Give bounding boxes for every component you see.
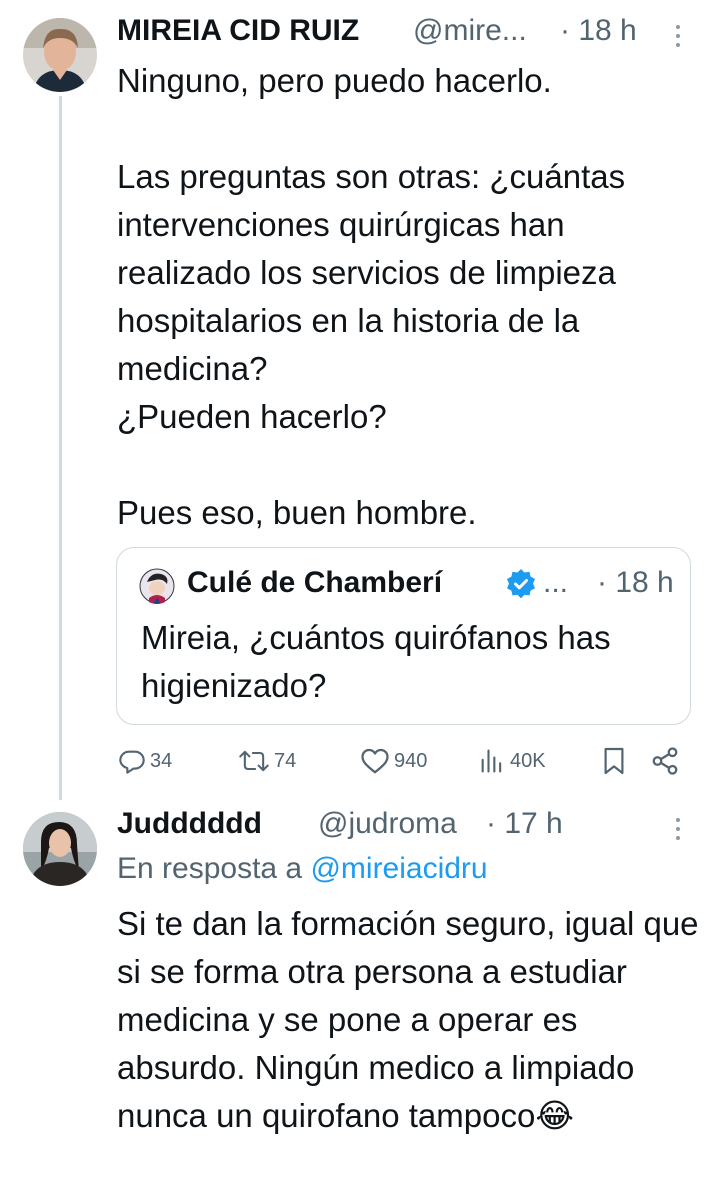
views-button[interactable]: 40K [478,744,546,778]
laughing-emoji: 😂 [535,1097,574,1134]
tweet-body: Si te dan la formación seguro, igual que… [117,900,702,1140]
reply-context: En resposta a @mireiacidru [117,852,488,886]
more-options-icon[interactable] [675,25,681,52]
reply-mention-link[interactable]: @mireiacidru [310,852,487,885]
retweet-icon [239,750,269,772]
reply-icon [119,750,145,774]
thread-connector-line [59,96,62,800]
more-options-icon[interactable] [675,818,681,845]
tweet-timestamp[interactable]: · 18 h [560,14,637,48]
author-handle[interactable]: @mire... [413,14,527,48]
share-icon [652,747,678,775]
quoted-timestamp: · 18 h [597,566,674,599]
author-name[interactable]: Judddddd [117,807,262,841]
author-handle[interactable]: @judroma [318,807,457,841]
reply-context-prefix: En resposta a [117,852,311,885]
quoted-tweet-body: Mireia, ¿cuántos quirófanos has higieniz… [141,619,611,704]
tweet-body: Ninguno, pero puedo hacerlo. Las pregunt… [117,62,626,531]
views-count: 40K [510,749,546,772]
tweet-body-text: Si te dan la formación seguro, igual que… [117,905,699,1134]
like-button[interactable]: 940 [360,744,427,778]
quoted-ellipsis: ... [543,566,569,599]
share-button[interactable] [650,744,680,778]
avatar-judddddd[interactable] [23,812,97,886]
author-name[interactable]: MIREIA CID RUIZ [117,14,359,48]
reply-button[interactable]: 34 [118,744,172,778]
bookmark-button[interactable] [602,744,626,778]
retweet-count: 74 [274,749,297,772]
views-chart-icon [481,749,502,773]
avatar-cule-de-chamberi [139,568,175,604]
bookmark-icon [604,747,624,775]
heart-icon [361,748,389,774]
quoted-author-name: Culé de Chamberí [187,566,443,599]
avatar-mireia[interactable] [23,18,97,92]
verified-badge-icon [505,568,537,600]
retweet-button[interactable]: 74 [238,744,296,778]
quoted-tweet-card[interactable]: Culé de Chamberí ... · 18 h Mireia, ¿cuá… [116,547,691,725]
reply-count: 34 [150,749,173,772]
like-count: 940 [394,749,428,772]
tweet-timestamp[interactable]: · 17 h [486,807,563,841]
